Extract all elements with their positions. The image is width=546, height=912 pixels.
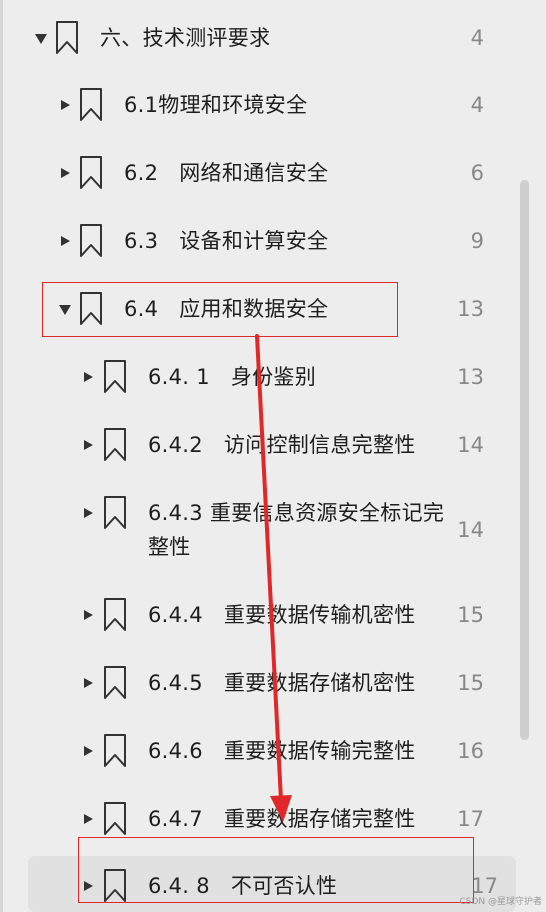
- csdn-watermark: CSDN @星球守护者: [459, 897, 542, 907]
- bookmark-outline-panel: 六、技术测评要求 4 6.1物理和环境安全 4 6.2 网络和通信安全 6 6.…: [0, 0, 546, 912]
- annotation-arrow: [255, 334, 292, 822]
